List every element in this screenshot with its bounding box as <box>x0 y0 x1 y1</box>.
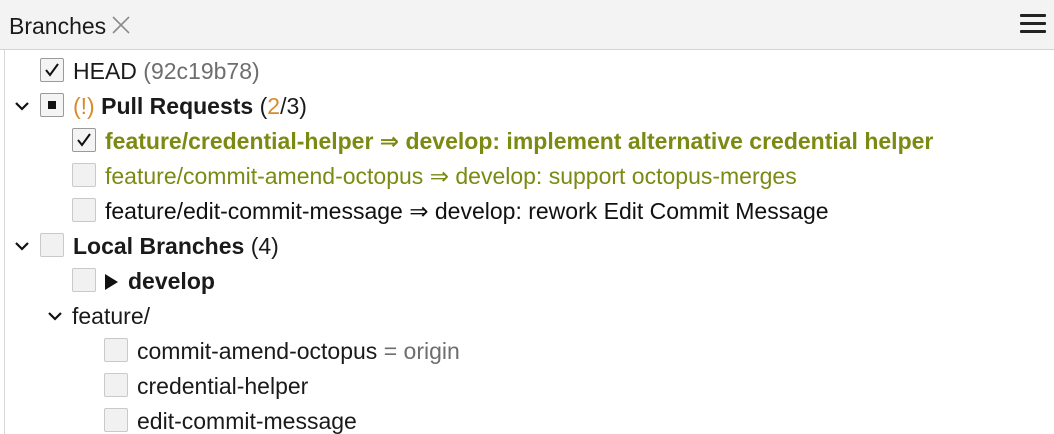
tree-row-pull-requests[interactable]: (!) Pull Requests (2/3) <box>5 88 1054 123</box>
pull-request-item[interactable]: feature/credential-helper ⇒ develop: imp… <box>5 123 1054 158</box>
pull-request-checkbox[interactable] <box>72 198 96 222</box>
local-branches-label: Local Branches (4) <box>73 233 279 259</box>
branch-checkbox[interactable] <box>104 373 128 397</box>
panel-header: Branches <box>0 0 1054 50</box>
pull-request-checkbox[interactable] <box>72 128 96 152</box>
branch-item[interactable]: credential-helper <box>5 368 1054 403</box>
branch-tracking-status: = origin <box>383 338 460 364</box>
chevron-down-icon[interactable] <box>46 307 64 325</box>
branch-label-develop: develop <box>105 266 215 296</box>
warning-indicator: (!) <box>73 93 95 119</box>
branch-item[interactable]: edit-commit-message <box>5 403 1054 434</box>
branch-checkbox[interactable] <box>104 338 128 362</box>
chevron-down-icon[interactable] <box>13 237 31 255</box>
branch-label: credential-helper <box>137 373 309 399</box>
branches-panel: Branches HEAD (92c19b78) (!) Pull Reques… <box>0 0 1054 434</box>
pull-requests-label: (!) Pull Requests (2/3) <box>73 93 307 119</box>
branch-item-develop[interactable]: develop <box>5 263 1054 298</box>
branches-tree: HEAD (92c19b78) (!) Pull Requests (2/3) … <box>4 50 1054 434</box>
branch-item[interactable]: commit-amend-octopus = origin <box>5 333 1054 368</box>
pull-request-label: feature/commit-amend-octopus ⇒ develop: … <box>105 163 797 189</box>
branch-checkbox[interactable] <box>72 268 96 292</box>
tab-title-branches[interactable]: Branches <box>9 11 106 41</box>
chevron-down-icon[interactable] <box>13 97 31 115</box>
pull-requests-checkbox[interactable] <box>40 93 64 117</box>
checkmark-icon <box>77 133 91 147</box>
tree-row-feature-folder[interactable]: feature/ <box>5 298 1054 333</box>
head-hash: (92c19b78) <box>143 58 260 84</box>
hamburger-menu-icon[interactable] <box>1020 12 1046 34</box>
pull-request-item[interactable]: feature/edit-commit-message ⇒ develop: r… <box>5 193 1054 228</box>
branch-checkbox[interactable] <box>104 408 128 432</box>
current-branch-icon <box>105 274 118 290</box>
close-icon[interactable] <box>110 14 132 36</box>
head-checkbox[interactable] <box>40 58 64 82</box>
pull-request-label: feature/edit-commit-message ⇒ develop: r… <box>105 198 829 224</box>
local-branches-checkbox[interactable] <box>40 233 64 257</box>
folder-label-feature: feature/ <box>72 303 150 329</box>
branch-label: edit-commit-message <box>137 408 357 434</box>
pull-request-checkbox[interactable] <box>72 163 96 187</box>
pull-request-item[interactable]: feature/commit-amend-octopus ⇒ develop: … <box>5 158 1054 193</box>
partial-selection-icon <box>48 101 56 109</box>
pull-request-label: feature/credential-helper ⇒ develop: imp… <box>105 128 934 154</box>
checkmark-icon <box>45 63 59 77</box>
branch-label: commit-amend-octopus = origin <box>137 338 460 364</box>
head-label: HEAD (92c19b78) <box>73 58 260 84</box>
tree-row-head[interactable]: HEAD (92c19b78) <box>5 53 1054 88</box>
tree-row-local-branches[interactable]: Local Branches (4) <box>5 228 1054 263</box>
